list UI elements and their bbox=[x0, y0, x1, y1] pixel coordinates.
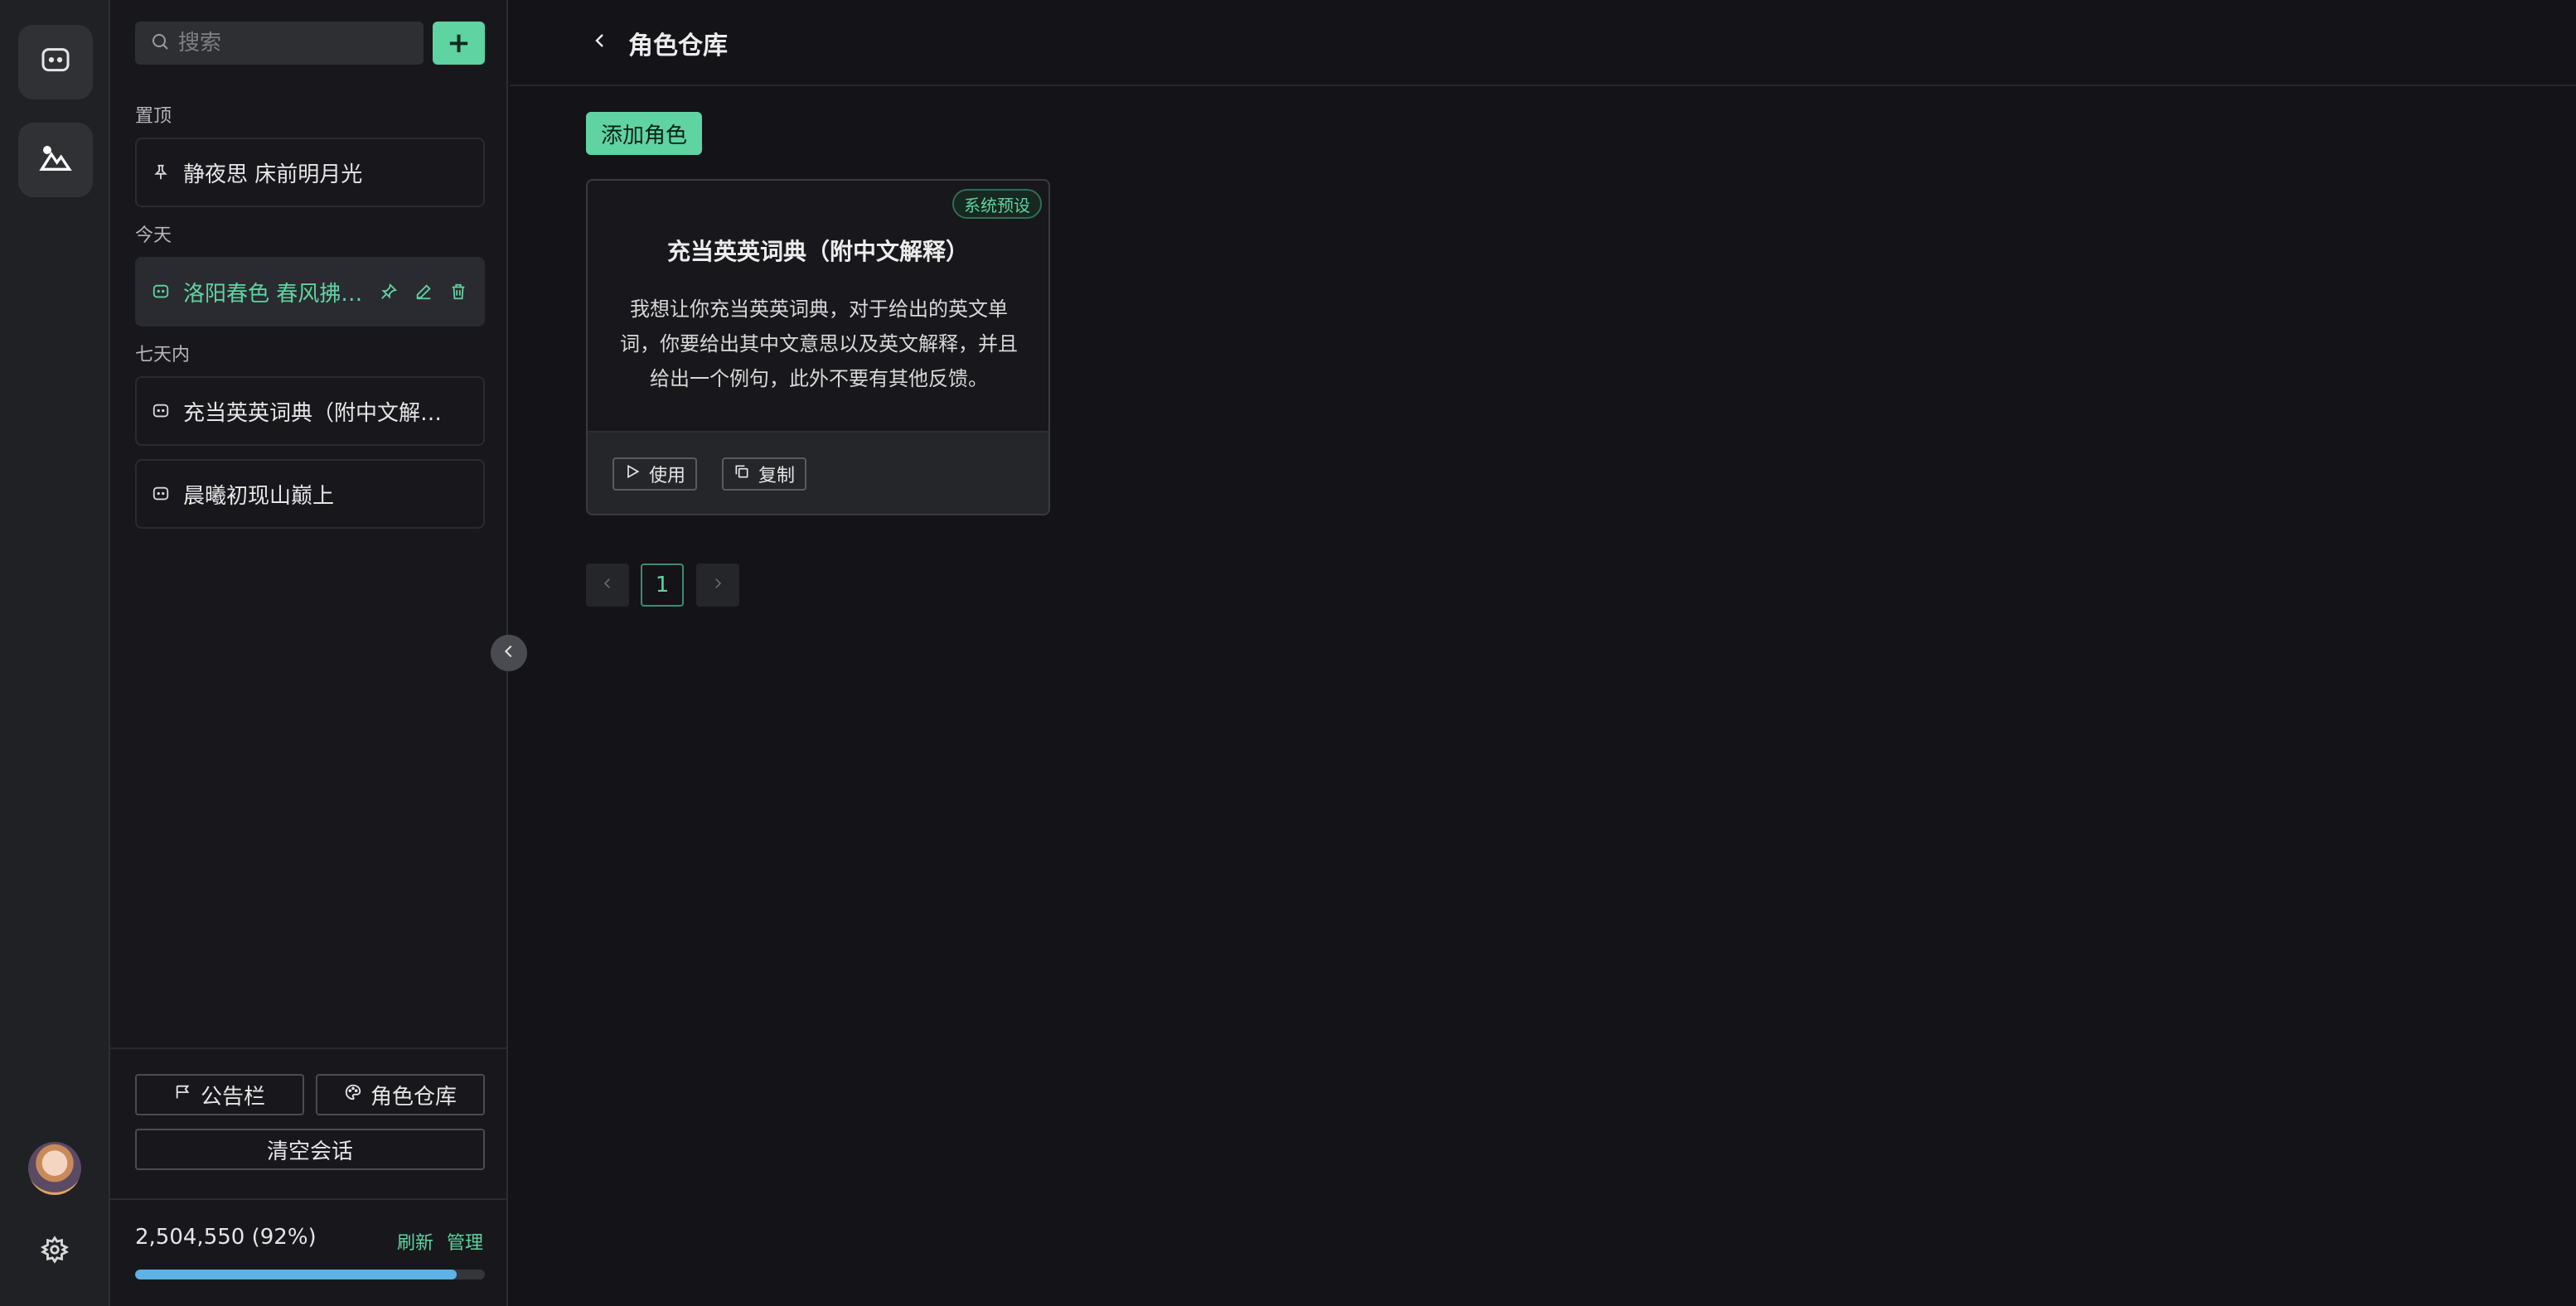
role-store-button[interactable]: 角色仓库 bbox=[316, 1074, 485, 1115]
copy-role-button[interactable]: 复制 bbox=[722, 457, 807, 491]
app-root: + 置顶 静夜思 床前明月光 今天 洛阳春色 春风拂… bbox=[0, 0, 2576, 1306]
new-chat-button[interactable]: + bbox=[433, 22, 485, 65]
use-role-label: 使用 bbox=[649, 466, 686, 486]
conversation-actions bbox=[379, 282, 468, 302]
collapse-sidebar-button[interactable] bbox=[491, 635, 527, 671]
role-store-label: 角色仓库 bbox=[370, 1084, 457, 1110]
chevron-left-icon bbox=[500, 642, 518, 664]
left-rail bbox=[0, 0, 110, 1306]
prev-page-button[interactable] bbox=[586, 564, 629, 607]
pin-icon bbox=[152, 163, 170, 181]
clear-conversations-button[interactable]: 清空会话 bbox=[135, 1129, 485, 1170]
refresh-link[interactable]: 刷新 bbox=[397, 1228, 433, 1255]
page-title: 角色仓库 bbox=[628, 31, 728, 60]
conversation-item-active[interactable]: 洛阳春色 春风拂… bbox=[135, 257, 485, 326]
page-number-current[interactable]: 1 bbox=[641, 564, 684, 607]
manage-link[interactable]: 管理 bbox=[447, 1228, 483, 1255]
chevron-left-icon bbox=[590, 31, 610, 54]
palette-icon bbox=[344, 1082, 362, 1107]
search-input[interactable] bbox=[178, 31, 402, 56]
conversation-item-pinned[interactable]: 静夜思 床前明月光 bbox=[135, 138, 485, 207]
quota-progress-fill bbox=[135, 1270, 458, 1279]
conversation-title: 洛阳春色 春风拂… bbox=[183, 281, 363, 307]
mountain-icon bbox=[39, 142, 72, 178]
chat-icon bbox=[152, 283, 170, 301]
gear-icon bbox=[41, 1236, 69, 1267]
role-card-description: 我想让你充当英英词典，对于给出的英文单词，你要给出其中文意思以及英文解释，并且给… bbox=[620, 297, 1018, 390]
edit-icon[interactable] bbox=[414, 282, 433, 302]
image-nav-button[interactable] bbox=[18, 123, 93, 197]
sidebar-divider bbox=[110, 1198, 508, 1200]
conversation-item[interactable]: 充当英英词典（附中文解… bbox=[135, 376, 485, 446]
section-label-today: 今天 bbox=[135, 225, 172, 246]
next-page-button[interactable] bbox=[696, 564, 739, 607]
page-header: 角色仓库 bbox=[510, 0, 2576, 86]
conversation-title: 晨曦初现山巅上 bbox=[183, 483, 335, 509]
copy-role-label: 复制 bbox=[758, 466, 796, 486]
conversation-item[interactable]: 晨曦初现山巅上 bbox=[135, 459, 485, 529]
role-card-title: 充当英英词典（附中文解释） bbox=[666, 238, 969, 265]
sidebar-divider bbox=[110, 1047, 508, 1049]
role-card: 系统预设 充当英英词典（附中文解释） 我想让你充当英英词典，对于给出的英文单词，… bbox=[586, 179, 1050, 515]
main-panel: 角色仓库 添加角色 系统预设 充当英英词典（附中文解释） 我想让你充当英英词典，… bbox=[510, 0, 2576, 1306]
chat-nav-button[interactable] bbox=[18, 25, 93, 99]
trash-icon[interactable] bbox=[448, 282, 468, 302]
chat-bubble-icon bbox=[39, 44, 72, 80]
clear-conversations-label: 清空会话 bbox=[266, 1139, 353, 1164]
copy-icon bbox=[734, 463, 750, 485]
token-balance: 2,504,550 (92%) bbox=[135, 1225, 317, 1250]
chat-icon bbox=[152, 402, 170, 420]
section-label-pinned: 置顶 bbox=[135, 106, 172, 127]
system-preset-badge: 系统预设 bbox=[952, 189, 1042, 219]
notice-board-button[interactable]: 公告栏 bbox=[135, 1074, 304, 1115]
settings-button[interactable] bbox=[36, 1233, 73, 1270]
search-icon bbox=[150, 31, 170, 55]
user-avatar[interactable] bbox=[28, 1142, 81, 1195]
conversation-title: 静夜思 床前明月光 bbox=[183, 162, 363, 187]
search-box[interactable] bbox=[135, 22, 424, 65]
role-card-footer: 使用 复制 bbox=[588, 431, 1048, 514]
section-label-week: 七天内 bbox=[135, 345, 191, 365]
back-button[interactable] bbox=[588, 30, 613, 55]
conversation-title: 充当英英词典（附中文解… bbox=[183, 400, 443, 426]
chat-icon bbox=[152, 485, 170, 503]
chevron-left-icon bbox=[600, 576, 615, 594]
notice-icon bbox=[174, 1082, 192, 1107]
plus-icon: + bbox=[447, 27, 471, 60]
chevron-right-icon bbox=[710, 576, 725, 594]
quota-progress-bar bbox=[135, 1270, 485, 1279]
use-role-button[interactable]: 使用 bbox=[613, 457, 698, 491]
play-icon bbox=[624, 463, 641, 485]
conversation-sidebar: + 置顶 静夜思 床前明月光 今天 洛阳春色 春风拂… bbox=[110, 0, 508, 1306]
notice-board-label: 公告栏 bbox=[200, 1084, 265, 1110]
pin-action-icon[interactable] bbox=[379, 282, 399, 302]
add-role-button[interactable]: 添加角色 bbox=[586, 112, 702, 155]
